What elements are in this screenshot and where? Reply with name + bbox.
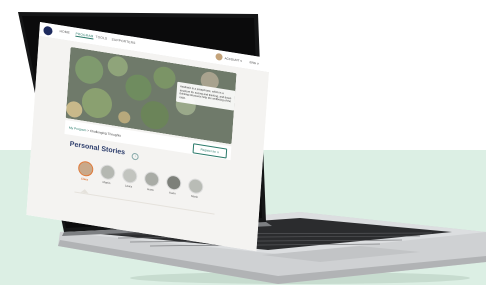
avatar: [121, 167, 138, 185]
register-button[interactable]: Register for ∨: [192, 143, 228, 159]
stories-carousel: Clara Martin Laura Hans Karin Marie: [75, 160, 217, 212]
avatar[interactable]: [215, 52, 223, 61]
screen: HOME PROGRAM TOOLS SUPPORTERS ACCOUNT ∨ …: [26, 22, 270, 252]
app-logo: [43, 25, 53, 36]
story-martin[interactable]: Martin: [97, 163, 116, 186]
avatar: [187, 177, 204, 195]
breadcrumb-root[interactable]: My Program: [69, 126, 87, 133]
avatar: [165, 173, 182, 192]
breadcrumb: My Program > Challenging Thoughts: [69, 126, 121, 138]
story-name: Marie: [190, 193, 199, 200]
avatar: [99, 163, 116, 181]
story-karin[interactable]: Karin: [163, 173, 182, 197]
avatar: [77, 160, 94, 178]
story-name: Karin: [169, 190, 176, 196]
nav-home[interactable]: HOME: [59, 29, 70, 35]
section-title: Personal Stories: [69, 140, 126, 157]
story-clara[interactable]: Clara: [75, 160, 94, 183]
story-name: Hans: [147, 187, 154, 192]
info-icon[interactable]: i: [131, 152, 139, 161]
avatar: [143, 170, 160, 188]
nav-tools[interactable]: TOOLS: [95, 35, 107, 41]
page-body: Aesthetic is a paraphrase, which is a st…: [26, 35, 270, 252]
story-name: Martin: [102, 179, 111, 186]
language-menu[interactable]: ENG ∨: [249, 60, 259, 65]
nav-program[interactable]: PROGRAM: [75, 31, 94, 40]
nav-supporters[interactable]: SUPPORTERS: [111, 37, 135, 45]
breadcrumb-current: Challenging Thoughts: [89, 128, 122, 138]
story-laura[interactable]: Laura: [119, 167, 138, 190]
story-name: Laura: [124, 183, 133, 189]
story-name: Clara: [80, 176, 89, 182]
story-hans[interactable]: Hans: [141, 170, 160, 193]
story-marie[interactable]: Marie: [185, 177, 204, 200]
account-menu[interactable]: ACCOUNT ∨: [224, 56, 242, 63]
